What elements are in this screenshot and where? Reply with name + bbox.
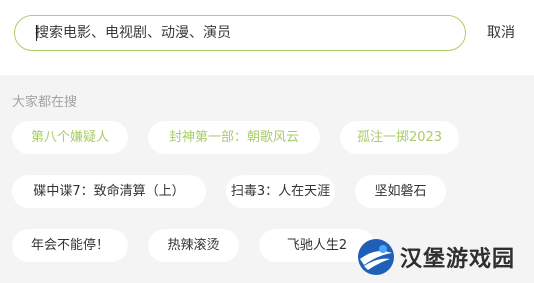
- hot-search-title: 大家都在搜: [12, 95, 78, 110]
- cancel-button[interactable]: 取消: [487, 22, 515, 42]
- watermark-text: 汉堡游戏园: [400, 246, 516, 272]
- hot-search-tag[interactable]: 热辣滚烫: [148, 229, 239, 262]
- search-header: 取消: [0, 0, 534, 75]
- text-caret: [36, 25, 37, 41]
- hot-search-tag[interactable]: 孤注一掷2023: [340, 121, 459, 154]
- hot-search-tag[interactable]: 年会不能停！: [12, 229, 128, 262]
- search-box[interactable]: [14, 15, 466, 51]
- search-input[interactable]: [35, 16, 445, 49]
- hot-search-tag[interactable]: 封神第一部：朝歌风云: [148, 121, 320, 154]
- hot-search-tag[interactable]: 第八个嫌疑人: [12, 121, 128, 154]
- watermark: 汉堡游戏园: [352, 235, 532, 281]
- hot-search-tag[interactable]: 坚如磐石: [355, 175, 446, 208]
- watermark-logo-icon: [358, 239, 394, 275]
- hot-search-tag[interactable]: 扫毒3：人在天涯: [226, 175, 335, 208]
- hot-search-tag[interactable]: 碟中谍7：致命清算（上）: [12, 175, 206, 208]
